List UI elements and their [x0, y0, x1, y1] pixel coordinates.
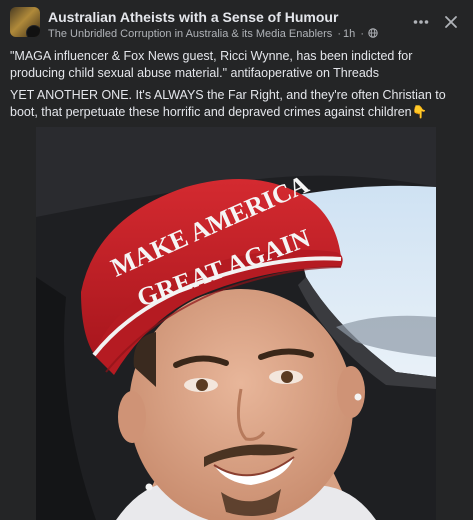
post-body-text: YET ANOTHER ONE. It's ALWAYS the Far Rig… [10, 88, 446, 119]
post-header: Australian Atheists with a Sense of Humo… [0, 0, 473, 44]
selfie-illustration: MAKE AMERICA GREAT AGAIN [36, 127, 436, 520]
meta-separator-2: · [360, 28, 365, 40]
post-quote: "MAGA influencer & Fox News guest, Ricci… [10, 49, 413, 80]
post-time[interactable]: 1h [343, 28, 355, 40]
close-button[interactable] [441, 12, 461, 32]
author-avatar[interactable] [26, 25, 40, 37]
more-horizontal-icon [413, 20, 429, 24]
meta-separator: · [337, 28, 342, 40]
globe-icon [368, 28, 378, 38]
close-icon [445, 16, 457, 28]
group-avatar[interactable] [10, 7, 40, 37]
post-photo[interactable]: MAKE AMERICA GREAT AGAIN [36, 127, 436, 520]
more-options-button[interactable] [411, 12, 431, 32]
pointing-down-emoji: 👇 [411, 105, 428, 119]
post-body: YET ANOTHER ONE. It's ALWAYS the Far Rig… [10, 87, 465, 121]
post-meta: The Unbridled Corruption in Australia & … [48, 28, 378, 40]
author-name[interactable]: The Unbridled Corruption in Australia & … [48, 28, 332, 40]
group-name[interactable]: Australian Atheists with a Sense of Humo… [48, 9, 338, 25]
